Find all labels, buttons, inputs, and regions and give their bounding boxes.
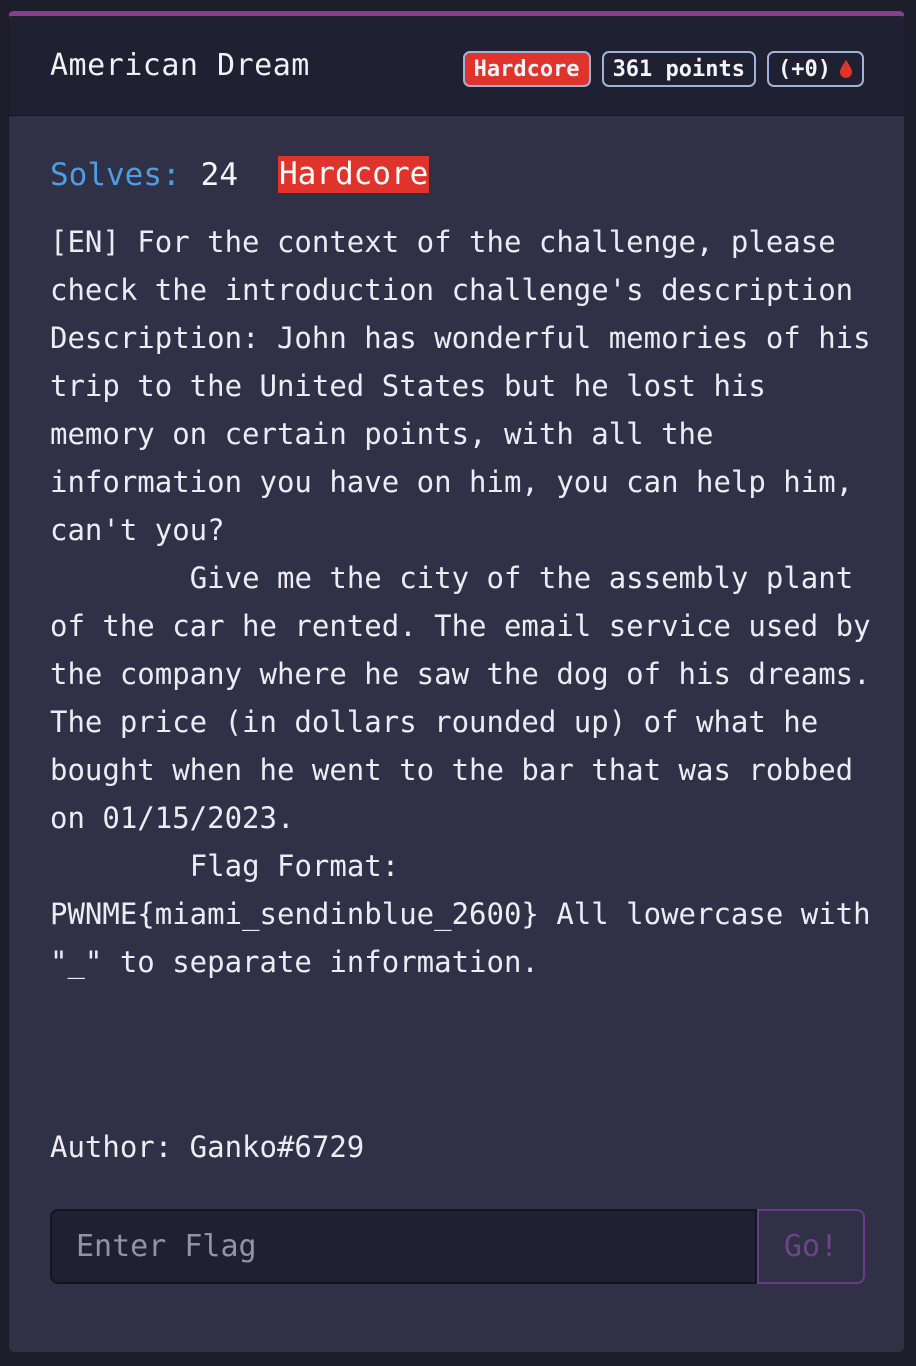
blood-drop-icon — [839, 59, 853, 79]
card-header: American Dream Hardcore 361 points (+0) — [9, 16, 904, 116]
badge-group: Hardcore 361 points (+0) — [462, 51, 864, 87]
submit-flag-button[interactable]: Go! — [757, 1209, 865, 1284]
challenge-author: Author: Ganko#6729 — [50, 1130, 365, 1164]
solves-count: 24 — [200, 156, 238, 193]
challenge-description: [EN] For the context of the challenge, p… — [50, 225, 871, 979]
points-badge-label: 361 points — [612, 56, 746, 82]
solves-label: Solves: — [50, 156, 181, 193]
difficulty-badge: Hardcore — [462, 51, 591, 87]
difficulty-tag: Hardcore — [277, 156, 430, 193]
challenge-title: American Dream — [50, 48, 310, 83]
challenge-card: American Dream Hardcore 361 points (+0) … — [8, 11, 905, 1353]
solves-line: Solves: 24 Hardcore — [50, 156, 430, 193]
flag-input[interactable] — [50, 1209, 757, 1284]
bonus-badge-label: (+0) — [778, 56, 831, 82]
bonus-badge: (+0) — [767, 51, 864, 87]
flag-submit-form: Go! — [50, 1209, 865, 1284]
difficulty-badge-label: Hardcore — [473, 56, 580, 82]
points-badge: 361 points — [601, 51, 757, 87]
